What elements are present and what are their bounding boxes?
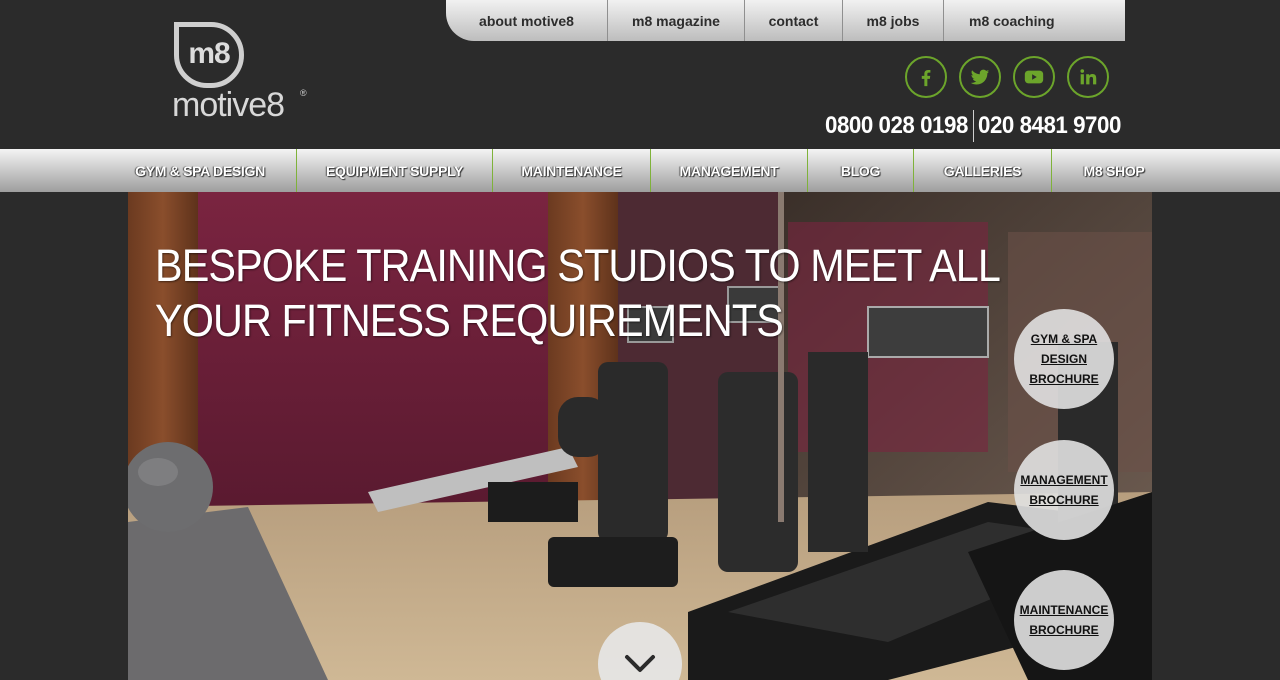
hero-title: BESPOKE TRAINING STUDIOS TO MEET ALL YOU…: [155, 240, 999, 346]
facebook-icon[interactable]: [905, 56, 947, 98]
main-nav-items: GYM & SPA DESIGN EQUIPMENT SUPPLY MAINTE…: [104, 149, 1176, 192]
social-links: [905, 56, 1109, 98]
page: about motive8 m8 magazine contact m8 job…: [0, 0, 1280, 680]
management-brochure-button[interactable]: MANAGEMENT BROCHURE: [1014, 440, 1114, 540]
top-nav-magazine[interactable]: m8 magazine: [608, 0, 745, 41]
youtube-icon[interactable]: [1013, 56, 1055, 98]
logo-wordmark: motive8: [172, 86, 285, 124]
logo[interactable]: m8 motive8 ®: [172, 22, 312, 124]
nav-gym-spa-design[interactable]: GYM & SPA DESIGN: [104, 149, 297, 192]
logo-registered-mark: ®: [300, 88, 307, 98]
top-nav: about motive8 m8 magazine contact m8 job…: [446, 0, 1125, 41]
nav-blog[interactable]: BLOG: [808, 149, 914, 192]
phone-divider: [972, 110, 974, 142]
top-nav-jobs[interactable]: m8 jobs: [843, 0, 944, 41]
nav-galleries[interactable]: GALLERIES: [914, 149, 1052, 192]
maintenance-brochure-button[interactable]: MAINTENANCE BROCHURE: [1014, 570, 1114, 670]
top-nav-coaching[interactable]: m8 coaching: [944, 0, 1125, 41]
top-nav-contact[interactable]: contact: [745, 0, 843, 41]
nav-equipment-supply[interactable]: EQUIPMENT SUPPLY: [297, 149, 493, 192]
phone-numbers: 0800 028 0198 020 8481 9700: [825, 110, 1131, 142]
logo-mark: m8: [174, 22, 244, 88]
hero-banner: BESPOKE TRAINING STUDIOS TO MEET ALL YOU…: [128, 192, 1152, 680]
main-nav: GYM & SPA DESIGN EQUIPMENT SUPPLY MAINTE…: [0, 149, 1280, 192]
linkedin-icon[interactable]: [1067, 56, 1109, 98]
nav-m8-shop[interactable]: M8 SHOP: [1052, 149, 1176, 192]
chevron-down-icon: [625, 655, 655, 672]
top-nav-about[interactable]: about motive8: [446, 0, 608, 41]
phone-freephone[interactable]: 0800 028 0198: [825, 112, 968, 140]
nav-management[interactable]: MANAGEMENT: [651, 149, 808, 192]
phone-london[interactable]: 020 8481 9700: [978, 112, 1121, 140]
nav-maintenance[interactable]: MAINTENANCE: [493, 149, 651, 192]
gym-spa-design-brochure-button[interactable]: GYM & SPA DESIGN BROCHURE: [1014, 309, 1114, 409]
twitter-icon[interactable]: [959, 56, 1001, 98]
